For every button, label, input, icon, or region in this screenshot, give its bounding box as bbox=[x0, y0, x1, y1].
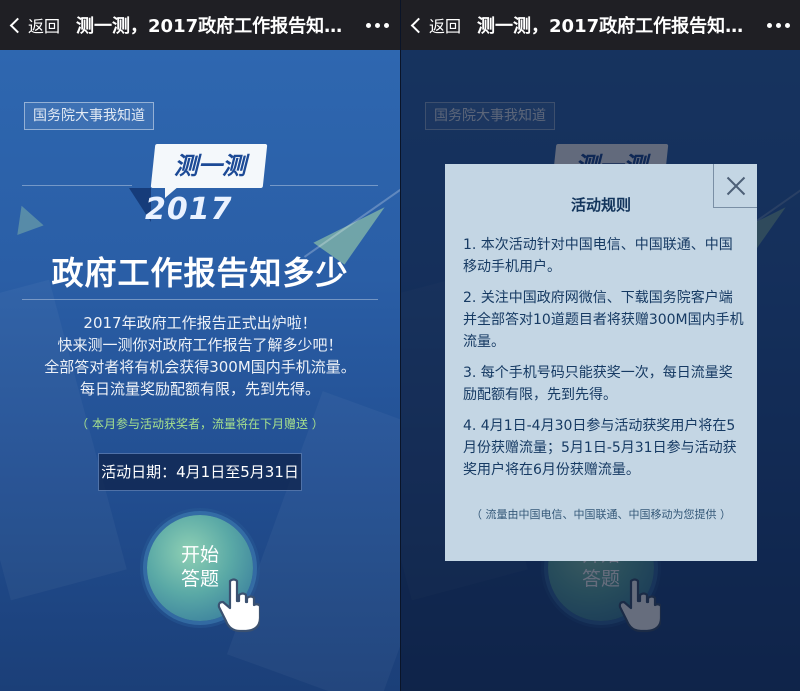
more-dot bbox=[383, 22, 389, 28]
more-button[interactable] bbox=[755, 0, 800, 50]
modal-footer: （ 流量由中国电信、中国联通、中国移动为您提供 ） bbox=[471, 508, 731, 521]
logo-line-left bbox=[22, 185, 132, 186]
title-divider bbox=[22, 299, 378, 300]
back-label: 返回 bbox=[28, 17, 61, 36]
bg-shape bbox=[226, 391, 400, 691]
navbar: 返回 测一测，2017政府工作报告知多少 bbox=[0, 0, 400, 50]
desc-line: 快来测一测你对政府工作报告了解多少吧！ bbox=[57, 336, 343, 354]
chevron-left-icon bbox=[9, 17, 26, 33]
rules-list: 1. 本次活动针对中国电信、中国联通、中国移动手机用户。 2. 关注中国政府网微… bbox=[463, 234, 745, 490]
rule-item: 1. 本次活动针对中国电信、中国联通、中国移动手机用户。 bbox=[463, 237, 733, 275]
modal-title: 活动规则 bbox=[570, 196, 631, 214]
logo: 测一测 2017 bbox=[125, 138, 275, 238]
more-dot bbox=[784, 22, 790, 28]
start-label-line: 开始 bbox=[180, 544, 219, 566]
more-dot bbox=[775, 22, 781, 28]
more-dot bbox=[374, 22, 380, 28]
page-title: 政府工作报告知多少 bbox=[51, 254, 349, 292]
back-button[interactable]: 返回 bbox=[0, 0, 70, 50]
rules-modal: 活动规则 1. 本次活动针对中国电信、中国联通、中国移动手机用户。 2. 关注中… bbox=[445, 164, 757, 561]
more-button[interactable] bbox=[354, 0, 400, 50]
nav-title: 测一测，2017政府工作报告知多少 bbox=[76, 16, 354, 37]
desc-line: 每日流量奖励配额有限，先到先得。 bbox=[79, 380, 320, 398]
logo-line-right bbox=[270, 185, 378, 186]
logo-bubble-text: 测一测 bbox=[174, 152, 246, 180]
screen-start: 返回 测一测，2017政府工作报告知多少 国务院大事我知道 测一测 2017 政… bbox=[0, 0, 400, 691]
desc-line: 全部答对者将有机会获得300M国内手机流量。 bbox=[44, 358, 356, 376]
bg-triangle bbox=[8, 200, 44, 236]
description: 2017年政府工作报告正式出炉啦！ 快来测一测你对政府工作报告了解多少吧！ 全部… bbox=[0, 312, 400, 400]
logo-year: 2017 bbox=[145, 192, 233, 227]
note-text: （ 本月参与活动获奖者，流量将在下月赠送 ） bbox=[76, 417, 324, 431]
category-tag: 国务院大事我知道 bbox=[24, 102, 154, 130]
back-button[interactable]: 返回 bbox=[401, 0, 471, 50]
rule-item: 4. 4月1日-4月30日参与活动获奖用户将在5月份获赠流量；5月1日-5月31… bbox=[463, 418, 737, 478]
desc-line: 2017年政府工作报告正式出炉啦！ bbox=[83, 314, 317, 332]
pointer-hand-icon bbox=[217, 578, 260, 633]
navbar: 返回 测一测，2017政府工作报告知多少 bbox=[401, 0, 800, 50]
date-badge: 活动日期：4月1日至5月31日 bbox=[98, 453, 302, 491]
nav-title: 测一测，2017政府工作报告知多少 bbox=[477, 16, 755, 37]
more-dots-icon bbox=[365, 22, 371, 28]
chevron-left-icon bbox=[410, 17, 427, 33]
rule-item: 3. 每个手机号码只能获奖一次，每日流量奖励配额有限，先到先得。 bbox=[463, 365, 733, 403]
back-label: 返回 bbox=[429, 17, 462, 36]
more-dots-icon bbox=[766, 22, 772, 28]
rule-item: 2. 关注中国政府网微信、下载国务院客户端并全部答对10道题目者将获赠300M国… bbox=[463, 290, 744, 350]
app: 返回 测一测，2017政府工作报告知多少 国务院大事我知道 测一测 2017 政… bbox=[0, 0, 800, 691]
screen-rules: 返回 测一测，2017政府工作报告知多少 国务院大事我知道 测一测 2017 政… bbox=[400, 0, 800, 691]
